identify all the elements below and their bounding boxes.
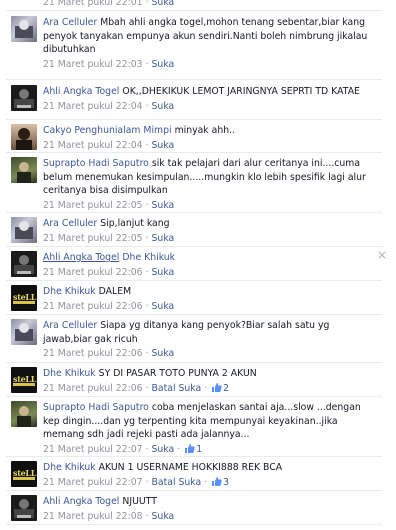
divider (6, 490, 382, 491)
comment-text: minyak ahh.. (174, 125, 236, 136)
avatar[interactable]: steLL (11, 461, 37, 487)
badge-stripe (13, 301, 35, 304)
like-count[interactable]: 2 (212, 382, 230, 394)
divider (6, 119, 382, 120)
comment-thread: 21 Maret pukul 22:01 · Suka Ara Celluler Mb… (0, 0, 396, 530)
avatar[interactable] (11, 401, 37, 427)
like-link[interactable]: Suka (152, 0, 175, 8)
comment-author[interactable]: Ahli Angka Togel (43, 86, 119, 97)
timestamp[interactable]: 21 Maret pukul 22:07 (43, 444, 143, 455)
avatar[interactable] (11, 16, 37, 42)
like-count-value: 2 (223, 382, 230, 394)
comment-text: DALEM (98, 286, 132, 297)
thumbs-up-icon (185, 443, 195, 453)
mention-link[interactable]: Dhe Khikuk (122, 252, 175, 263)
avatar[interactable]: steLL (11, 367, 37, 393)
comment-text: SY DI PASAR TOTO PUNYA 2 AKUN (98, 368, 257, 379)
close-icon[interactable]: × (377, 249, 387, 261)
like-link[interactable]: Suka (152, 101, 175, 112)
timestamp[interactable]: 21 Maret pukul 22:06 (43, 267, 143, 278)
suprapto-avatar-icon (17, 162, 31, 183)
comment-author[interactable]: Dhe Khikuk (43, 368, 96, 379)
like-count[interactable]: 3 (212, 476, 230, 488)
like-count-value: 3 (223, 476, 230, 488)
ara-avatar-icon (15, 20, 33, 38)
unlike-link[interactable]: Batal Suka (152, 383, 202, 394)
divider (6, 152, 382, 153)
comment-author[interactable]: Ahli Angka Togel (43, 496, 119, 507)
avatar[interactable] (11, 157, 37, 183)
timestamp[interactable]: 21 Maret pukul 22:06 (43, 383, 143, 394)
badge-stripe (13, 477, 35, 480)
timestamp[interactable]: 21 Maret pukul 22:06 (43, 348, 143, 359)
like-link[interactable]: Suka (152, 348, 175, 359)
timestamp[interactable]: 21 Maret pukul 22:04 (43, 101, 143, 112)
comment-text: OK,,DHEKIKUK LEMOT JARINGNYA SEPRTI TD K… (122, 86, 360, 97)
comment-author[interactable]: Suprapto Hadi Saputro (43, 158, 149, 169)
cakyo-avatar-icon (16, 128, 32, 150)
badge-stripe (13, 383, 35, 386)
ahli-avatar-icon (14, 499, 34, 518)
ara-avatar-icon (15, 323, 33, 341)
comment-author[interactable]: Ara Celluler (43, 320, 97, 331)
like-count[interactable]: 1 (185, 443, 203, 455)
like-link[interactable]: Suka (152, 444, 175, 455)
timestamp[interactable]: 21 Maret pukul 22:03 (43, 59, 143, 70)
avatar[interactable] (11, 251, 37, 277)
divider (6, 396, 382, 397)
like-count-value: 1 (196, 443, 203, 455)
timestamp[interactable]: 21 Maret pukul 22:05 (43, 233, 143, 244)
timestamp[interactable]: 21 Maret pukul 22:04 (43, 140, 143, 151)
like-link[interactable]: Suka (152, 233, 175, 244)
divider (6, 79, 382, 80)
comment-text: AKUN 1 USERNAME HOKKI888 REK BCA (98, 462, 283, 473)
divider (6, 212, 382, 213)
divider (6, 10, 382, 11)
like-link[interactable]: Suka (152, 511, 175, 522)
comment-text: Sip,lanjut kang (100, 218, 170, 229)
timestamp[interactable]: 21 Maret pukul 22:07 (43, 477, 143, 488)
avatar[interactable] (11, 85, 37, 111)
divider (6, 524, 382, 525)
ara-avatar-icon (15, 221, 33, 239)
like-link[interactable]: Suka (152, 59, 175, 70)
divider (6, 280, 382, 281)
comment-author[interactable]: Dhe Khikuk (43, 462, 96, 473)
like-link[interactable]: Suka (152, 200, 175, 211)
comment-author[interactable]: Ahli Angka Togel (43, 252, 119, 263)
comment-author[interactable]: Cakyo Penghunialam Mimpi (43, 125, 172, 136)
divider (6, 362, 382, 363)
avatar[interactable] (11, 319, 37, 345)
divider (6, 314, 382, 315)
like-link[interactable]: Suka (152, 140, 175, 151)
avatar[interactable] (11, 124, 37, 150)
suprapto-avatar-icon (17, 406, 31, 427)
comment-author[interactable]: Ara Celluler (43, 218, 97, 229)
avatar[interactable] (11, 495, 37, 521)
comment-text: NJUUTT (122, 496, 157, 507)
avatar[interactable]: steLL (11, 285, 37, 311)
timestamp[interactable]: 21 Maret pukul 22:08 (43, 511, 143, 522)
unlike-link[interactable]: Batal Suka (152, 477, 202, 488)
thumbs-up-icon (212, 382, 222, 392)
divider (6, 246, 382, 247)
comment-author[interactable]: Suprapto Hadi Saputro (43, 402, 149, 413)
ahli-avatar-icon (14, 89, 34, 108)
comment-author[interactable]: Dhe Khikuk (43, 286, 96, 297)
timestamp[interactable]: 21 Maret pukul 22:06 (43, 301, 143, 312)
like-link[interactable]: Suka (152, 267, 175, 278)
avatar[interactable] (11, 217, 37, 243)
timestamp[interactable]: 21 Maret pukul 22:05 (43, 200, 143, 211)
thumbs-up-icon (212, 476, 222, 486)
ahli-avatar-icon (14, 255, 34, 274)
like-link[interactable]: Suka (152, 301, 175, 312)
timestamp[interactable]: 21 Maret pukul 22:01 (43, 0, 143, 8)
comment-author[interactable]: Ara Celluler (43, 17, 97, 28)
divider (6, 456, 382, 457)
